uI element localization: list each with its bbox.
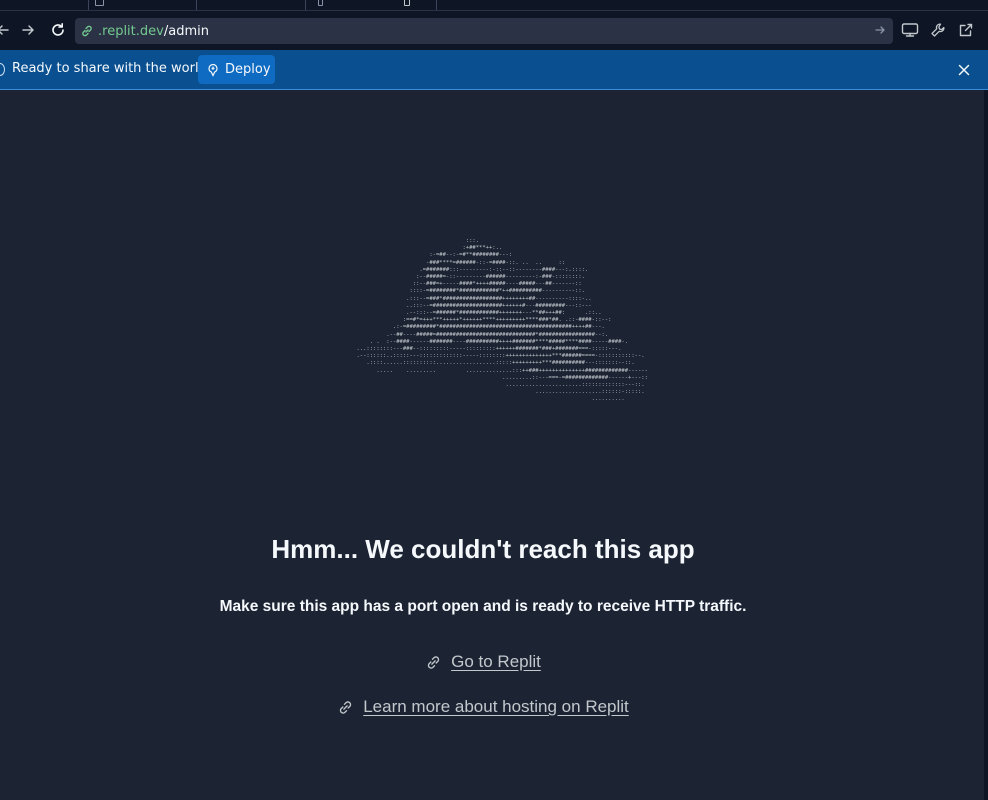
close-banner-button[interactable] — [956, 62, 972, 78]
external-link-icon — [959, 23, 973, 37]
go-to-replit-link[interactable]: Go to Replit — [451, 652, 541, 672]
arrow-right-icon — [22, 25, 34, 35]
reload-icon — [52, 23, 64, 36]
scrollbar[interactable] — [984, 90, 988, 800]
link-icon — [337, 698, 355, 716]
banner-message: Ready to share with the world? — [12, 61, 214, 76]
arrow-left-icon — [0, 25, 9, 35]
url-path: /admin — [163, 23, 209, 39]
deploy-label: Deploy — [225, 62, 271, 77]
monitor-icon — [901, 23, 919, 37]
browser-tab[interactable] — [196, 0, 305, 10]
forward-button[interactable] — [17, 19, 39, 41]
deploy-banner: Ready to share with the world? Deploy — [0, 50, 988, 90]
error-title: Hmm... We couldn't reach this app — [271, 534, 695, 564]
go-button[interactable] — [873, 23, 887, 41]
open-new-tab-button[interactable] — [955, 19, 977, 41]
go-to-replit-row: Go to Replit — [0, 652, 966, 672]
link-icon — [80, 23, 96, 39]
devtools-button[interactable] — [899, 19, 921, 41]
browser-tab[interactable] — [305, 0, 437, 10]
arrow-right-icon — [875, 26, 885, 34]
tools-button[interactable] — [927, 19, 949, 41]
ascii-cloud-illustration: :::. :+##***++:.. :-=##--:-=#**########-… — [356, 238, 648, 403]
tab-close-icon[interactable] — [404, 0, 410, 6]
tab-strip — [0, 0, 988, 11]
url-domain: .replit.dev — [98, 23, 164, 39]
back-button[interactable] — [0, 19, 14, 41]
learn-more-hosting-link[interactable]: Learn more about hosting on Replit — [363, 697, 629, 717]
reload-button[interactable] — [47, 19, 69, 41]
browser-toolbar: .replit.dev/admin — [0, 11, 988, 50]
url-field[interactable]: .replit.dev/admin — [75, 18, 893, 44]
tab-favicon — [318, 0, 323, 6]
link-icon — [425, 653, 443, 671]
deploy-icon — [207, 63, 219, 77]
page-icon — [95, 0, 104, 6]
info-icon — [0, 63, 5, 76]
deploy-button[interactable]: Deploy — [198, 55, 275, 84]
error-subtitle: Make sure this app has a port open and i… — [219, 598, 747, 615]
browser-tab[interactable] — [88, 0, 196, 10]
hosting-docs-row: Learn more about hosting on Replit — [0, 697, 966, 717]
close-icon — [958, 64, 970, 76]
wrench-icon — [931, 23, 945, 37]
